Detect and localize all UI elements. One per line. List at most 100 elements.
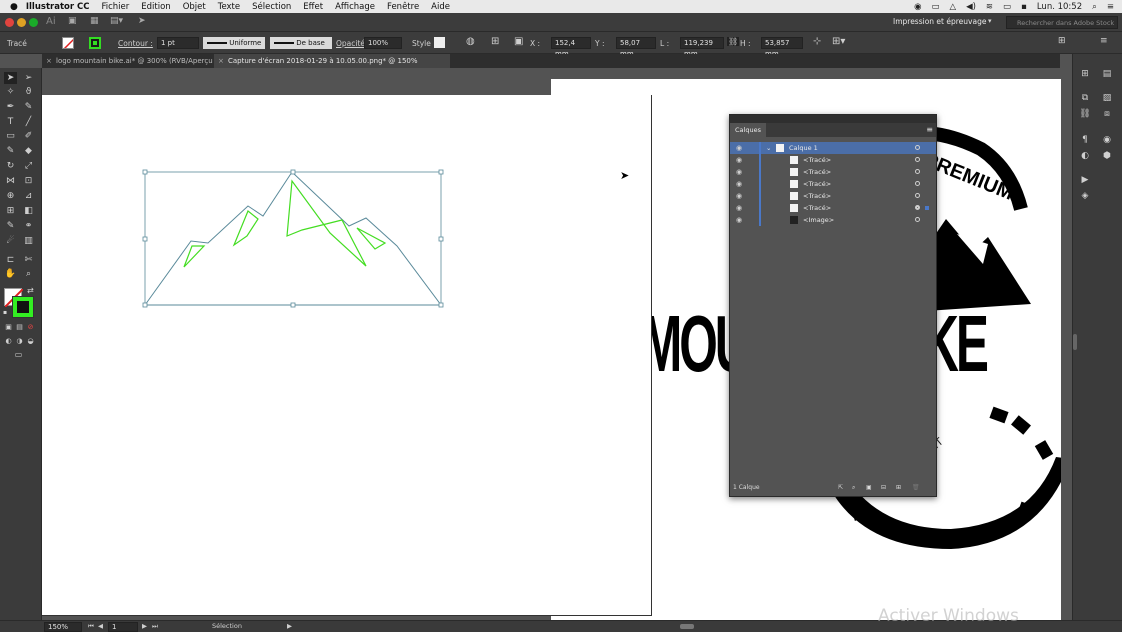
layer-row-trace[interactable]: ◉ <Tracé> [730, 154, 936, 166]
shape-builder-tool-icon[interactable]: ⊕ [4, 190, 17, 202]
swap-fill-stroke-icon[interactable]: ⇄ [27, 286, 34, 295]
graph-tool-icon[interactable]: ▥ [22, 235, 35, 247]
last-artboard-icon[interactable]: ⏭ [152, 622, 158, 631]
close-tab-icon[interactable]: × [218, 54, 224, 68]
arrange-documents-icon[interactable]: ▤▾ [110, 16, 123, 26]
layer-row-trace[interactable]: ◉ <Tracé> [730, 190, 936, 202]
contour-label[interactable]: Contour : [118, 39, 153, 48]
graphic-style-swatch[interactable] [434, 37, 445, 48]
visibility-eye-icon[interactable]: ◉ [736, 178, 742, 190]
assets-icon[interactable]: ▨ [1100, 92, 1114, 104]
none-mode-icon[interactable]: ⊘ [24, 321, 37, 333]
creative-cloud-icon[interactable]: ◉ [914, 2, 921, 12]
fill-none-swatch[interactable] [62, 37, 74, 49]
scale-tool-icon[interactable]: ⤢ [22, 160, 35, 172]
stroke-color-swatch[interactable] [89, 37, 101, 49]
stock-search-input[interactable]: Rechercher dans Adobe Stock [1006, 16, 1118, 29]
visibility-eye-icon[interactable]: ◉ [736, 166, 742, 178]
control-panel-menu-icon[interactable]: ⊞ [1058, 36, 1066, 46]
artboard-number-field[interactable]: 1 [108, 622, 138, 632]
gradient-tool-icon[interactable]: ◧ [22, 205, 35, 217]
battery-icon[interactable]: ▭ [1003, 2, 1011, 12]
stroke-weight-field[interactable]: 1 pt [157, 37, 199, 49]
stroke-swatch[interactable] [12, 296, 34, 318]
menu-fenetre[interactable]: Fenêtre [387, 2, 419, 12]
y-position-field[interactable]: 58,07 mm [616, 37, 656, 58]
visibility-eye-icon[interactable]: ◉ [736, 154, 742, 166]
stock-icon[interactable]: ▦ [90, 16, 99, 26]
actions-play-icon[interactable]: ▶ [1078, 174, 1092, 186]
opacity-field[interactable]: 100% [364, 37, 402, 49]
selection-indicator[interactable] [925, 206, 929, 210]
visibility-eye-icon[interactable]: ◉ [736, 214, 742, 226]
export-icon[interactable]: ⇱ [838, 480, 843, 496]
expand-chevron-icon[interactable]: ⌄ [766, 142, 771, 154]
hand-tool-icon[interactable]: ✋ [4, 268, 17, 280]
paintbrush-tool-icon[interactable]: ✐ [22, 130, 35, 142]
target-icon[interactable] [915, 205, 920, 210]
status-arrow-icon[interactable]: ▶ [287, 622, 292, 630]
layer-row-trace[interactable]: ◉ <Tracé> [730, 178, 936, 190]
color-guide-icon[interactable]: ◉ [1100, 134, 1114, 146]
apple-icon[interactable]: ● [10, 2, 18, 12]
new-sublayer-icon[interactable]: ⊟ [881, 480, 886, 496]
current-tool-label[interactable]: Sélection [212, 622, 242, 630]
layers-dock-icon[interactable]: ◈ [1078, 190, 1092, 202]
zoom-tool-icon[interactable]: ⌕ [22, 268, 35, 280]
paragraph-icon[interactable]: ¶ [1078, 134, 1092, 146]
target-icon[interactable] [915, 193, 920, 198]
flag-icon[interactable]: ▪ [1021, 2, 1027, 12]
target-icon[interactable] [915, 145, 920, 150]
properties-icon[interactable]: ▤ [1100, 68, 1114, 80]
artboard-tool-icon[interactable]: ⊏ [4, 254, 17, 266]
menu-aide[interactable]: Aide [431, 2, 450, 12]
new-layer-icon[interactable]: ⊞ [896, 480, 901, 496]
delete-layer-icon[interactable]: 🗑 [912, 480, 920, 496]
direct-selection-tool-icon[interactable]: ➢ [22, 72, 35, 84]
clock[interactable]: Lun. 10:52 [1037, 2, 1082, 12]
display-icon[interactable]: ▭ [931, 2, 939, 12]
locate-object-icon[interactable]: ⌕ [852, 480, 855, 496]
tab-calques[interactable]: Calques [730, 123, 766, 137]
target-icon[interactable] [915, 157, 920, 162]
search-icon[interactable]: ⌕ [1092, 2, 1097, 12]
width-tool-icon[interactable]: ⋈ [4, 175, 17, 187]
rectangle-tool-icon[interactable]: ▭ [4, 130, 17, 142]
asset-export-icon[interactable]: ⧈ [1100, 108, 1114, 120]
menu-affichage[interactable]: Affichage [335, 2, 375, 12]
close-window-button[interactable] [5, 18, 14, 27]
default-colors-icon[interactable]: ▪ [3, 309, 7, 316]
isolate-icon[interactable]: ⊹ [813, 36, 821, 47]
target-icon[interactable] [915, 169, 920, 174]
menu-fichier[interactable]: Fichier [101, 2, 129, 12]
character-icon[interactable]: ◐ [1078, 150, 1092, 162]
visibility-eye-icon[interactable]: ◉ [736, 202, 742, 214]
links-icon[interactable]: ⛓ [1078, 108, 1092, 120]
control-panel-options-icon[interactable]: ≡ [1100, 36, 1108, 46]
x-position-field[interactable]: 152,4 mm [551, 37, 591, 58]
perspective-grid-tool-icon[interactable]: ⊿ [22, 190, 35, 202]
type-tool-icon[interactable]: T [4, 116, 17, 128]
tab-logo-mountain-bike[interactable]: × logo mountain bike.ai* @ 300% (RVB/Ape… [42, 54, 214, 79]
screen-mode-icon[interactable]: ▭ [12, 349, 25, 361]
menu-app-name[interactable]: Illustrator CC [26, 2, 90, 12]
free-transform-tool-icon[interactable]: ⊡ [22, 175, 35, 187]
minimize-window-button[interactable] [17, 18, 26, 27]
menu-list-icon[interactable]: ≡ [1107, 2, 1114, 12]
target-icon[interactable] [915, 181, 920, 186]
volume-icon[interactable]: ◀) [966, 2, 976, 12]
menu-selection[interactable]: Sélection [252, 2, 291, 12]
transform-reference-icon[interactable]: ▣ [514, 36, 523, 47]
slice-tool-icon[interactable]: ✄ [22, 254, 35, 266]
prev-artboard-icon[interactable]: ◀ [98, 622, 103, 630]
visibility-eye-icon[interactable]: ◉ [736, 142, 742, 154]
symbol-sprayer-tool-icon[interactable]: ☄ [4, 235, 17, 247]
lasso-tool-icon[interactable]: ϑ [22, 86, 35, 98]
visibility-eye-icon[interactable]: ◉ [736, 190, 742, 202]
link-proportions-icon[interactable]: ⛓ [727, 37, 740, 46]
mesh-tool-icon[interactable]: ⊞ [4, 205, 17, 217]
panel-menu-icon[interactable]: ≡ [926, 125, 933, 134]
tab-capture-ecran[interactable]: × Capture d'écran 2018-01-29 à 10.05.00.… [214, 54, 450, 79]
target-icon[interactable] [915, 217, 920, 222]
magic-wand-tool-icon[interactable]: ✧ [4, 86, 17, 98]
